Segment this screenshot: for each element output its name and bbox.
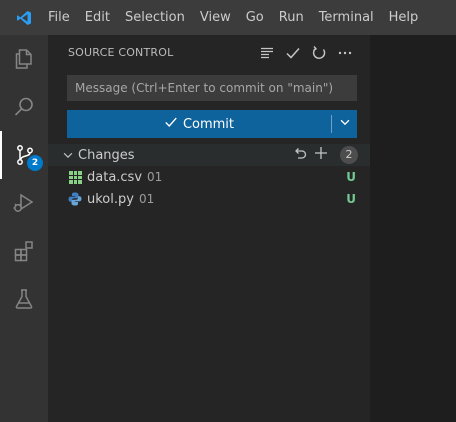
commit-label: Commit (182, 116, 235, 132)
file-status-badge: U (346, 170, 356, 184)
menu-help[interactable]: Help (381, 0, 426, 35)
commit-button[interactable]: Commit (67, 110, 331, 138)
check-icon[interactable] (280, 42, 306, 64)
refresh-icon[interactable] (306, 42, 332, 64)
source-control-panel: SOURCE CONTROL Message (Ctrl+Enter to co… (48, 35, 370, 422)
activity-search[interactable] (0, 83, 48, 131)
list-icon[interactable] (254, 42, 280, 64)
menu-run[interactable]: Run (271, 0, 311, 35)
list-item[interactable]: data.csv 01 U (48, 166, 370, 188)
run-debug-icon (12, 191, 36, 215)
search-icon (12, 95, 36, 119)
menu-go[interactable]: Go (238, 0, 271, 35)
extensions-icon (12, 239, 36, 263)
flask-icon (12, 287, 36, 311)
file-name: ukol.py (87, 191, 134, 207)
activity-run-debug[interactable] (0, 179, 48, 227)
discard-all-icon[interactable] (292, 145, 308, 165)
more-icon[interactable] (332, 42, 358, 64)
activity-extensions[interactable] (0, 227, 48, 275)
table-file-icon (67, 169, 83, 185)
menu-view[interactable]: View (192, 0, 238, 35)
list-item[interactable]: ukol.py 01 U (48, 188, 370, 210)
file-name: data.csv (87, 169, 143, 185)
panel-actions (254, 35, 358, 70)
file-description: 01 (147, 170, 163, 184)
file-description: 01 (138, 192, 155, 206)
menu-selection[interactable]: Selection (117, 0, 192, 35)
activity-explorer[interactable] (0, 35, 48, 83)
vscode-logo-icon (0, 0, 48, 35)
file-status-badge: U (346, 192, 356, 206)
changes-label: Changes (78, 147, 135, 163)
menu-edit[interactable]: Edit (77, 0, 117, 35)
commit-message-input[interactable] (67, 75, 357, 101)
changes-group-header[interactable]: Changes 2 (48, 144, 370, 166)
source-control-badge: 2 (27, 155, 43, 171)
changes-actions: 2 (292, 144, 358, 166)
menu-terminal[interactable]: Terminal (311, 0, 381, 35)
activity-testing[interactable] (0, 275, 48, 323)
check-icon (164, 115, 178, 133)
python-file-icon (67, 191, 83, 207)
chevron-down-icon[interactable] (58, 148, 78, 162)
activity-bar: 2 (0, 35, 48, 422)
title-bar: File Edit Selection View Go Run Terminal… (0, 0, 456, 35)
panel-title: SOURCE CONTROL (68, 46, 174, 59)
activity-source-control[interactable]: 2 (0, 131, 48, 179)
changes-count-badge: 2 (340, 146, 358, 164)
stage-all-icon[interactable] (313, 145, 329, 165)
commit-dropdown-button[interactable] (332, 110, 357, 138)
editor-area[interactable] (370, 35, 456, 422)
menu-bar: File Edit Selection View Go Run Terminal… (48, 0, 426, 35)
commit-button-group: Commit (67, 110, 357, 138)
menu-file[interactable]: File (48, 0, 77, 35)
files-icon (12, 47, 36, 71)
chevron-down-icon (338, 115, 352, 133)
